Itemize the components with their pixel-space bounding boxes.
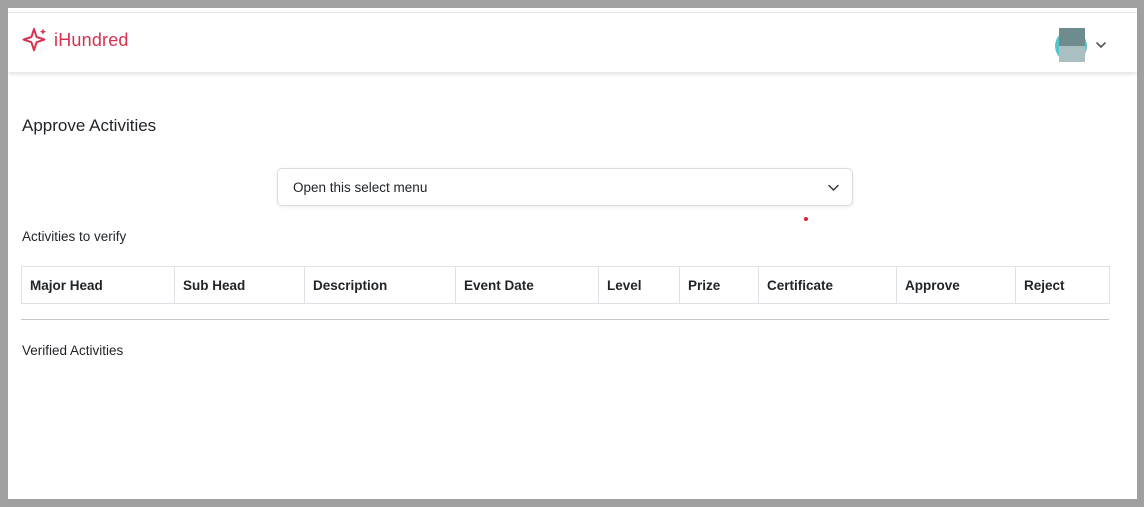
column-header-level: Level [598,266,680,304]
column-header-description: Description [304,266,456,304]
select-value: Open this select menu [293,180,428,195]
app-window: iHundred Approve Activities Open this se… [8,8,1137,499]
column-header-major-head: Major Head [21,266,175,304]
section-divider [21,319,1109,320]
top-navbar: iHundred [8,12,1137,72]
column-header-event-date: Event Date [455,266,599,304]
column-header-prize: Prize [679,266,759,304]
chevron-down-icon [828,184,839,191]
sparkle-icon [22,28,47,52]
activities-table: Major Head Sub Head Description Event Da… [21,266,1110,304]
column-header-sub-head: Sub Head [174,266,305,304]
user-menu-toggle[interactable] [1055,28,1107,62]
chevron-down-icon[interactable] [1095,39,1107,51]
activity-select[interactable]: Open this select menu [277,168,853,206]
table-header-row: Major Head Sub Head Description Event Da… [21,266,1110,304]
column-header-reject: Reject [1015,266,1110,304]
brand-link[interactable]: iHundred [22,27,129,53]
page-title: Approve Activities [22,116,157,135]
indicator-dot [804,217,808,221]
section-heading-verified: Verified Activities [22,343,124,358]
section-heading-to-verify: Activities to verify [22,229,127,244]
avatar[interactable] [1055,28,1089,62]
column-header-certificate: Certificate [758,266,897,304]
brand-name: iHundred [54,29,129,50]
column-header-approve: Approve [896,266,1016,304]
